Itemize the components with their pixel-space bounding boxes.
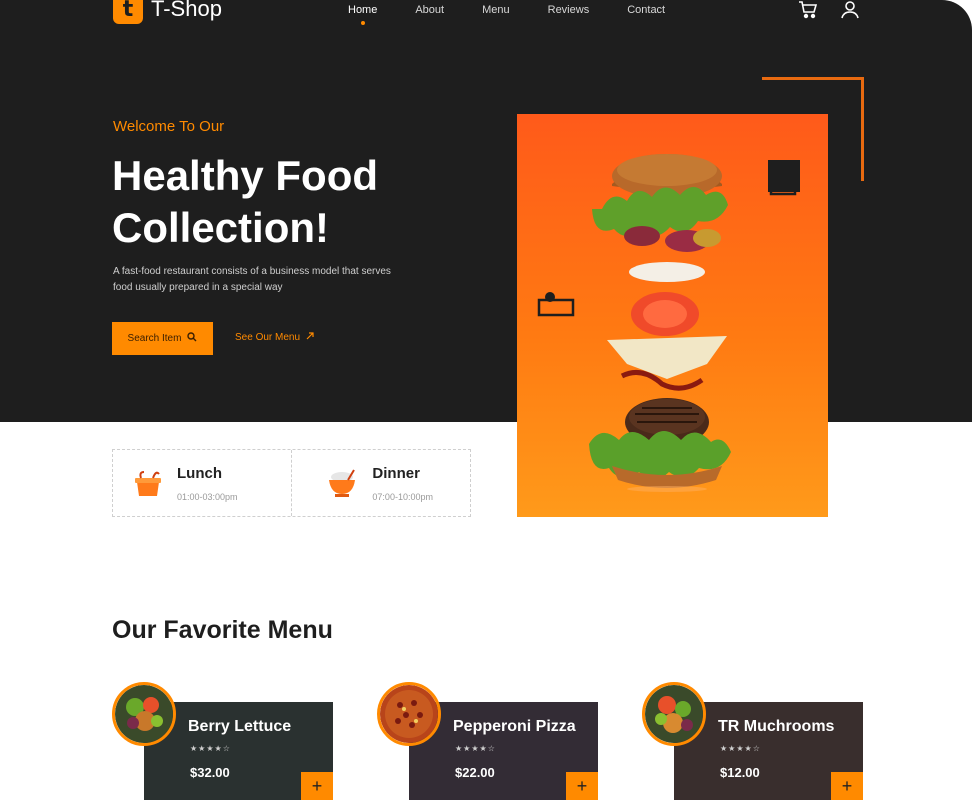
user-icon[interactable] — [840, 0, 860, 20]
nav-menu[interactable]: Menu — [482, 4, 510, 16]
food-image — [642, 682, 706, 746]
rating-stars: ★★★★☆ — [455, 744, 496, 753]
cart-icon[interactable] — [798, 0, 818, 20]
hero-kicker: Welcome To Our — [113, 118, 225, 135]
rice-bowl-icon — [329, 469, 356, 497]
nav-about[interactable]: About — [415, 4, 444, 16]
meal-lunch[interactable]: Lunch 01:00-03:00pm — [113, 450, 291, 516]
dinner-label: Dinner — [372, 464, 420, 482]
hero-title-line2: Collection! — [112, 204, 329, 251]
food-image — [377, 682, 441, 746]
menu-card-tr-muchrooms[interactable]: TR Muchrooms ★★★★☆ $12.00 + — [642, 682, 863, 800]
hero-burger-image — [517, 114, 828, 517]
nav-reviews[interactable]: Reviews — [548, 4, 590, 16]
see-menu-label: See Our Menu — [235, 332, 301, 343]
meal-dinner[interactable]: Dinner 07:00-10:00pm — [291, 450, 470, 516]
brand-name: T-Shop — [151, 0, 222, 21]
nav-contact[interactable]: Contact — [627, 4, 665, 16]
menu-card-berry-lettuce[interactable]: Berry Lettuce ★★★★☆ $32.00 + — [112, 682, 333, 800]
hero-title-line1: Healthy Food — [112, 152, 379, 199]
rating-stars: ★★★★☆ — [190, 744, 231, 753]
main-nav: Home About Menu Reviews Contact — [348, 4, 665, 25]
add-to-cart-button[interactable]: + — [301, 772, 333, 800]
menu-card-pepperoni-pizza[interactable]: Pepperoni Pizza ★★★★☆ $22.00 + — [377, 682, 598, 800]
logo-mark: t — [113, 0, 143, 24]
lunch-time: 01:00-03:00pm — [177, 491, 238, 502]
nav-home[interactable]: Home — [348, 4, 377, 25]
page-frame: t T-Shop Home About Menu Reviews Contact… — [0, 0, 972, 810]
rating-stars: ★★★★☆ — [720, 744, 761, 753]
hero-title: Healthy Food Collection! — [112, 150, 492, 254]
menu-item-name: TR Muchrooms — [718, 718, 835, 735]
lunch-box-icon — [135, 471, 161, 496]
add-to-cart-button[interactable]: + — [831, 772, 863, 800]
search-item-button[interactable]: Search Item — [112, 322, 213, 355]
search-button-label: Search Item — [127, 333, 182, 344]
search-icon — [187, 332, 197, 345]
dinner-time: 07:00-10:00pm — [372, 491, 433, 502]
menu-item-name: Pepperoni Pizza — [453, 718, 576, 735]
lunch-label: Lunch — [177, 464, 222, 482]
meal-times-box: Lunch 01:00-03:00pm Dinner 07:00-10:00pm — [112, 449, 471, 517]
add-to-cart-button[interactable]: + — [566, 772, 598, 800]
arrow-up-right-icon — [306, 332, 314, 343]
favorite-menu-title: Our Favorite Menu — [112, 616, 333, 644]
menu-item-name: Berry Lettuce — [188, 718, 292, 735]
hero-description: A fast-food restaurant consists of a bus… — [113, 266, 391, 293]
brand-logo[interactable]: t T-Shop — [113, 0, 222, 24]
burger-illustration — [537, 154, 800, 492]
see-our-menu-link[interactable]: See Our Menu — [235, 332, 314, 343]
food-image — [112, 682, 176, 746]
